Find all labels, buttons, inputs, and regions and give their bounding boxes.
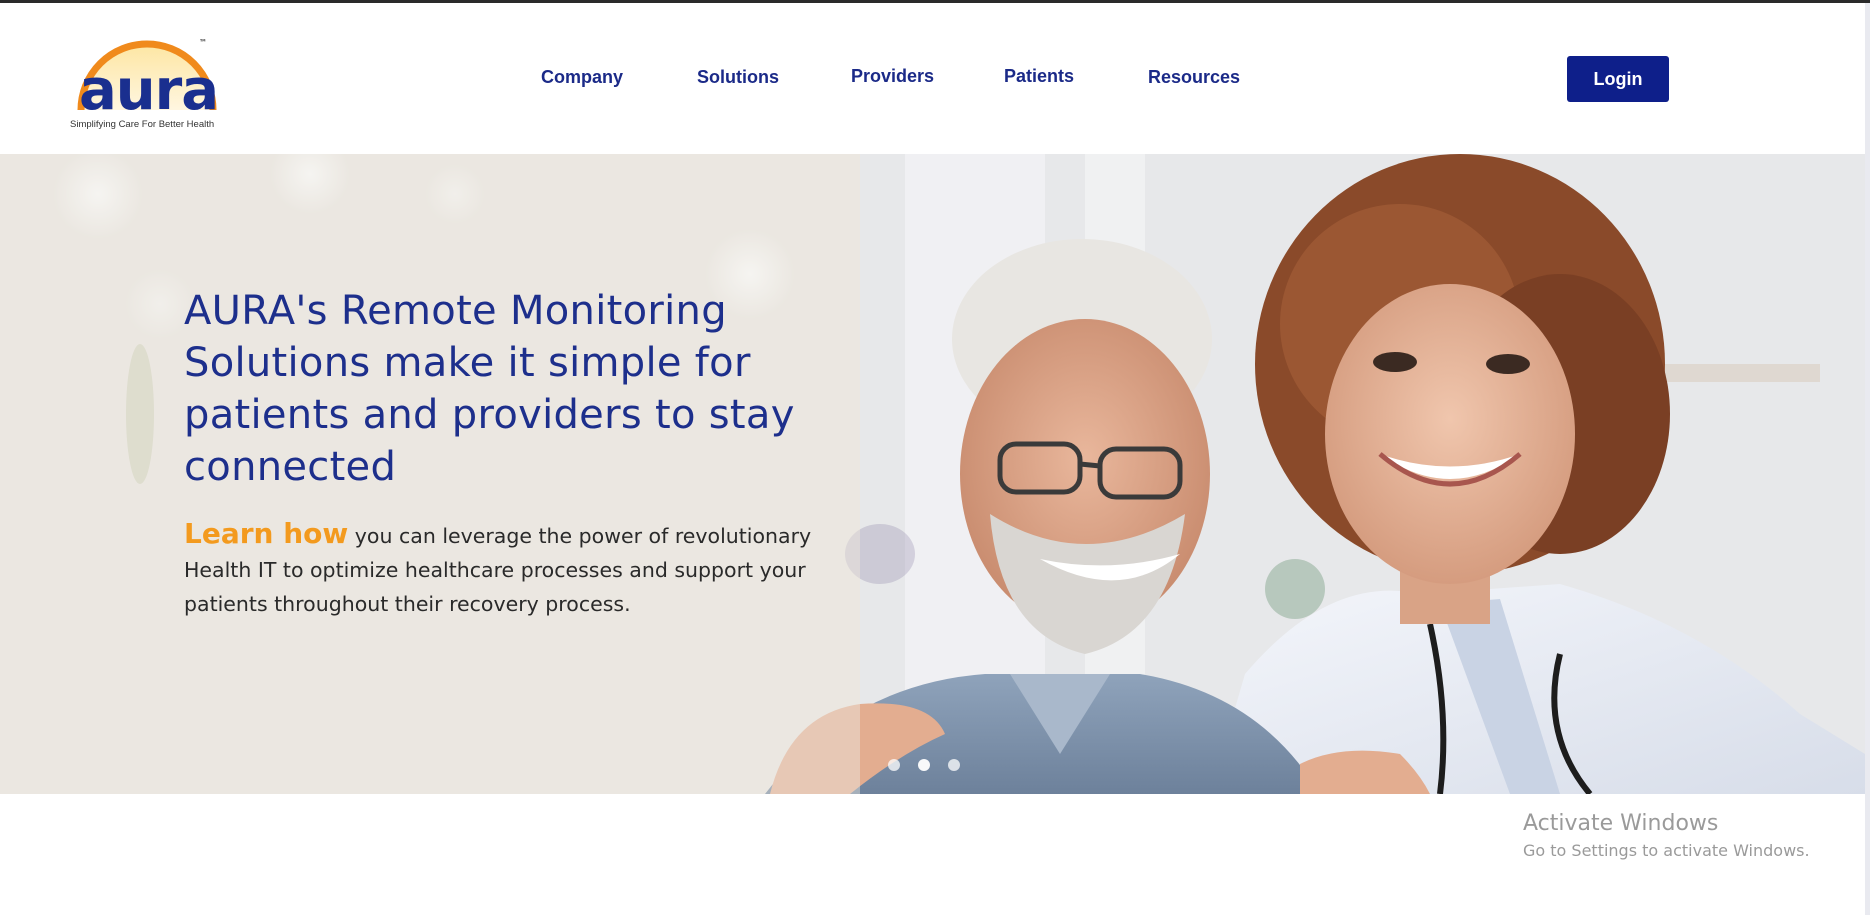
nav-solutions[interactable]: Solutions (697, 67, 779, 88)
logo-wordmark: aura (79, 58, 219, 123)
hero-title: AURA's Remote Monitoring Solutions make … (184, 288, 795, 490)
nav-providers[interactable]: Providers (851, 66, 934, 87)
hero-copy: AURA's Remote Monitoring Solutions make … (184, 285, 864, 621)
hero-banner: AURA's Remote Monitoring Solutions make … (0, 154, 1865, 794)
logo-tagline: Simplifying Care For Better Health (70, 119, 215, 130)
carousel-dot-2[interactable] (918, 759, 930, 771)
carousel-dot-1[interactable] (888, 759, 900, 771)
nav-patients[interactable]: Patients (1004, 66, 1074, 87)
nav-resources[interactable]: Resources (1148, 67, 1240, 88)
aura-logo[interactable]: aura ™ Simplifying Care For Better Healt… (68, 35, 238, 135)
login-button[interactable]: Login (1567, 56, 1669, 102)
watermark-subtitle: Go to Settings to activate Windows. (1523, 841, 1810, 860)
site-header: aura ™ Simplifying Care For Better Healt… (0, 3, 1865, 154)
activate-windows-watermark: Activate Windows Go to Settings to activ… (1523, 810, 1810, 864)
hero-description: Learn how you can leverage the power of … (184, 517, 854, 621)
nav-company[interactable]: Company (541, 67, 623, 88)
trademark-symbol: ™ (199, 38, 207, 47)
page-scrollbar[interactable] (1865, 3, 1870, 915)
watermark-title: Activate Windows (1523, 811, 1719, 836)
carousel-dot-3[interactable] (948, 759, 960, 771)
learn-how-link[interactable]: Learn how (184, 517, 348, 550)
